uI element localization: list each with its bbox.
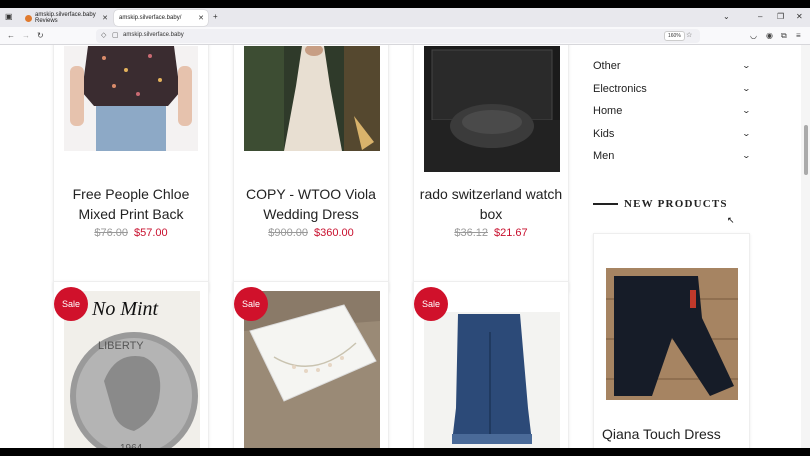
- scrollbar-thumb[interactable]: [804, 125, 808, 175]
- mouse-cursor-icon: ↖: [727, 215, 735, 225]
- chevron-down-icon[interactable]: ⌄: [723, 12, 730, 22]
- product-photo: No Mint LIBERTY 1964: [64, 291, 200, 448]
- coin-inscription: LIBERTY: [98, 340, 144, 352]
- tab-home[interactable]: amskip.silverface.baby/ ✕: [114, 10, 208, 26]
- favicon-icon: [25, 14, 32, 22]
- product-photo: [244, 46, 380, 151]
- product-title[interactable]: COPY - WTOO Viola Wedding Dress: [234, 184, 388, 224]
- chevron-down-icon[interactable]: ⌄: [742, 61, 751, 70]
- handwritten-label: No Mint: [91, 298, 159, 320]
- product-photo: [424, 46, 560, 172]
- shield-icon[interactable]: ◇: [101, 31, 106, 39]
- sale-price: $57.00: [134, 227, 168, 239]
- product-card[interactable]: Sale: [413, 281, 569, 448]
- product-card[interactable]: Sale: [233, 281, 389, 448]
- product-prices: $900.00 $360.00: [234, 227, 388, 239]
- account-icon[interactable]: ◉: [766, 30, 773, 41]
- sale-price: $360.00: [314, 227, 354, 239]
- sale-price: $21.67: [494, 227, 528, 239]
- product-card[interactable]: COPY - WTOO Viola Wedding Dress $900.00 $…: [233, 45, 389, 292]
- zoom-badge[interactable]: 160%: [664, 31, 685, 41]
- product-prices: $76.00 $57.00: [54, 227, 208, 239]
- tab-title: amskip.silverface.baby Reviews: [35, 12, 96, 24]
- category-electronics[interactable]: Electronics: [593, 83, 647, 95]
- back-icon[interactable]: ←: [7, 30, 15, 41]
- pocket-icon[interactable]: ◡: [750, 30, 757, 41]
- product-photo: [606, 268, 738, 400]
- product-title[interactable]: Free People Chloe Mixed Print Back: [54, 184, 208, 224]
- product-image[interactable]: [64, 46, 198, 151]
- product-image[interactable]: [606, 268, 738, 400]
- product-prices: $36.12 $21.67: [414, 227, 568, 239]
- web-page: Free People Chloe Mixed Print Back $76.0…: [0, 45, 810, 448]
- chevron-down-icon[interactable]: ⌄: [742, 84, 751, 93]
- address-bar[interactable]: ◇ ▢ amskip.silverface.baby 160% ☆: [96, 29, 700, 43]
- extensions-icon[interactable]: ⧉: [781, 30, 787, 41]
- tab-reviews[interactable]: amskip.silverface.baby Reviews ✕: [20, 10, 112, 26]
- close-window-icon[interactable]: ✕: [796, 12, 803, 22]
- product-photo: [64, 46, 198, 151]
- product-image[interactable]: [424, 312, 560, 448]
- tab-list-icon[interactable]: ▣: [5, 12, 13, 22]
- sale-badge: Sale: [234, 287, 268, 321]
- category-men[interactable]: Men: [593, 150, 614, 162]
- product-image[interactable]: [244, 291, 380, 448]
- category-kids[interactable]: Kids: [593, 128, 614, 140]
- navigation-bar: ← → ↻ ◇ ▢ amskip.silverface.baby 160% ☆ …: [0, 27, 810, 45]
- url-text: amskip.silverface.baby: [123, 32, 184, 38]
- bookmark-star-icon[interactable]: ☆: [686, 31, 692, 39]
- page-scrollbar[interactable]: [801, 45, 810, 448]
- close-tab-icon[interactable]: ✕: [198, 14, 204, 22]
- tab-title: amskip.silverface.baby/: [119, 15, 182, 21]
- menu-icon[interactable]: ≡: [796, 30, 801, 41]
- category-home[interactable]: Home: [593, 105, 622, 117]
- product-image[interactable]: [424, 46, 560, 172]
- category-other[interactable]: Other: [593, 60, 621, 72]
- product-photo: [244, 291, 380, 448]
- new-products-heading: NEW PRODUCTS: [624, 198, 728, 210]
- new-product-title[interactable]: Qiana Touch Dress Pants Size 36X31: [602, 424, 747, 448]
- new-tab-icon[interactable]: +: [213, 12, 218, 22]
- sale-badge: Sale: [414, 287, 448, 321]
- tab-strip: ▣ amskip.silverface.baby Reviews ✕ amski…: [0, 8, 810, 27]
- old-price: $900.00: [268, 227, 308, 239]
- product-image[interactable]: [244, 46, 380, 151]
- lock-icon[interactable]: ▢: [112, 31, 119, 39]
- restore-icon[interactable]: ❐: [777, 12, 784, 22]
- product-image[interactable]: No Mint LIBERTY 1964: [64, 291, 200, 448]
- forward-icon[interactable]: →: [22, 30, 30, 41]
- heading-rule: [593, 203, 618, 205]
- minimize-icon[interactable]: –: [758, 12, 762, 22]
- sale-badge: Sale: [54, 287, 88, 321]
- reload-icon[interactable]: ↻: [37, 30, 44, 41]
- old-price: $76.00: [94, 227, 128, 239]
- browser-window: ▣ amskip.silverface.baby Reviews ✕ amski…: [0, 8, 810, 448]
- coin-year: 1964: [120, 443, 143, 448]
- product-card[interactable]: rado switzerland watch box $36.12 $21.67: [413, 45, 569, 292]
- product-photo: [424, 312, 560, 448]
- product-card[interactable]: Sale No Mint LIBERTY 1964: [53, 281, 209, 448]
- chevron-down-icon[interactable]: ⌄: [742, 106, 751, 115]
- product-title[interactable]: rado switzerland watch box: [414, 184, 568, 224]
- product-card[interactable]: Free People Chloe Mixed Print Back $76.0…: [53, 45, 209, 292]
- new-product-card[interactable]: Qiana Touch Dress Pants Size 36X31: [593, 233, 750, 448]
- chevron-down-icon[interactable]: ⌄: [742, 129, 751, 138]
- close-tab-icon[interactable]: ✕: [102, 14, 108, 22]
- chevron-down-icon[interactable]: ⌄: [742, 151, 751, 160]
- old-price: $36.12: [454, 227, 488, 239]
